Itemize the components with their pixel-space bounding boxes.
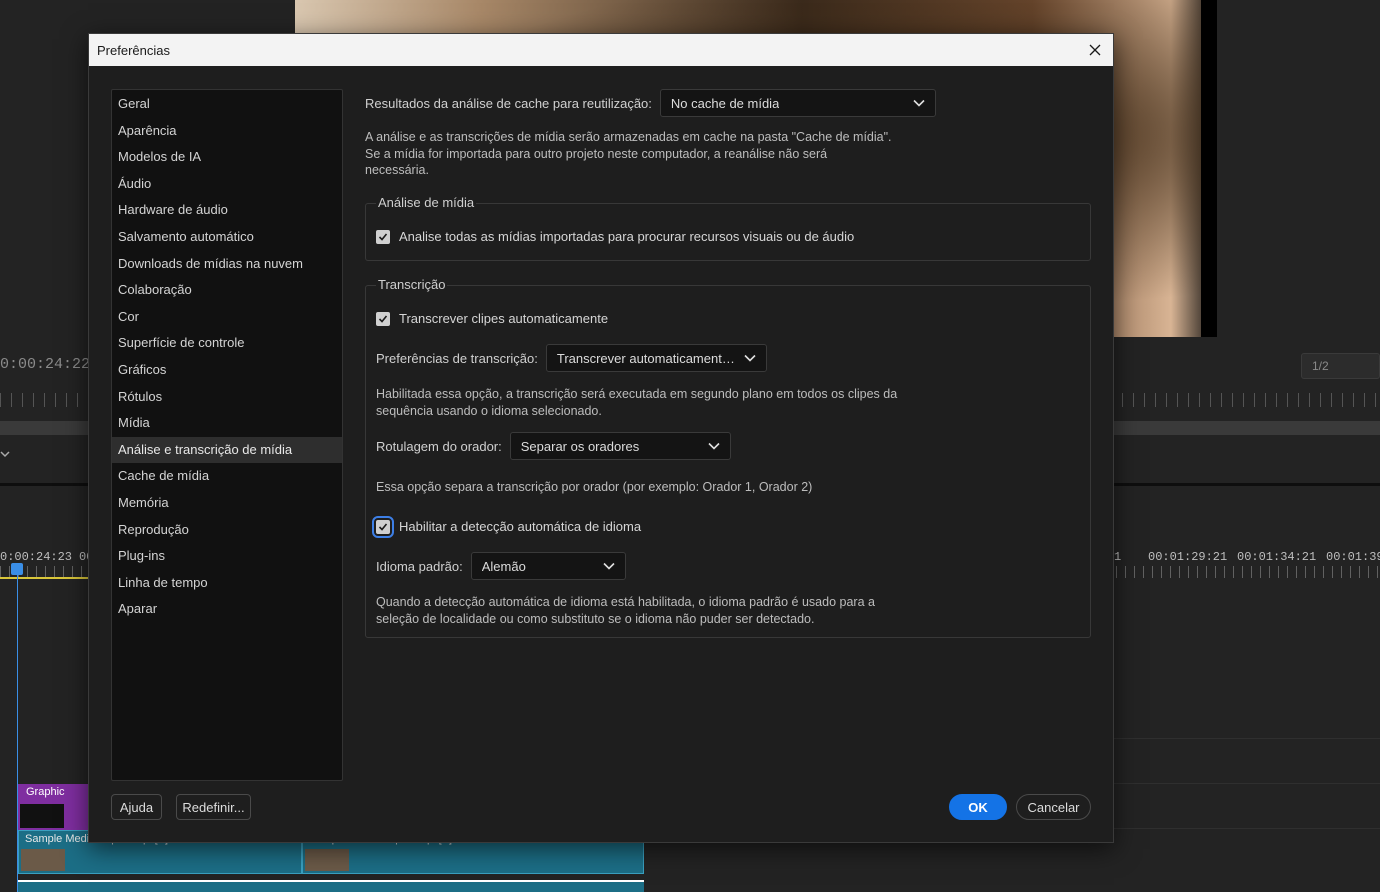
sidebar-item-colaboracao[interactable]: Colaboração: [112, 277, 342, 304]
sidebar-item-rotulos[interactable]: Rótulos: [112, 384, 342, 411]
auto-lang-checkbox[interactable]: [372, 515, 394, 538]
transcription-pref-value: Transcrever automaticamente a...: [556, 350, 736, 366]
dialog-title: Preferências: [97, 43, 170, 58]
cache-select-value: No cache de mídia: [670, 95, 780, 111]
timeline-time-label: 00:01:29:21: [1148, 550, 1228, 564]
analyze-all-label: Analise todas as mídias importadas para …: [399, 229, 855, 244]
audio-clip[interactable]: [18, 880, 302, 892]
sidebar-item-midia[interactable]: Mídia: [112, 410, 342, 437]
speaker-select[interactable]: Separar os oradores: [509, 432, 731, 460]
page-indicator[interactable]: 1/2: [1301, 353, 1380, 379]
dialog-titlebar[interactable]: Preferências: [89, 34, 1113, 66]
video-letterbox: [1201, 0, 1217, 337]
transcription-pref-label: Preferências de transcrição:: [376, 350, 538, 366]
default-lang-select[interactable]: Alemão: [470, 552, 626, 580]
transcription-desc-line: Habilitada essa opção, a transcrição ser…: [376, 387, 898, 401]
sidebar-item-aparencia[interactable]: Aparência: [112, 118, 342, 145]
timeline-time-label: 00:01:39:2: [1326, 550, 1380, 564]
close-button[interactable]: [1077, 34, 1113, 66]
transcription-title: Transcrição: [376, 277, 448, 292]
clip-thumbnail: [21, 849, 65, 871]
sidebar-item-reproducao[interactable]: Reprodução: [112, 517, 342, 544]
sidebar-item-hardware-audio[interactable]: Hardware de áudio: [112, 197, 342, 224]
sidebar-item-aparar[interactable]: Aparar: [112, 596, 342, 623]
graphic-clip[interactable]: Graphic: [18, 784, 90, 830]
sidebar-item-audio[interactable]: Áudio: [112, 171, 342, 198]
sidebar-item-cache-midia[interactable]: Cache de mídia: [112, 463, 342, 490]
sidebar-item-analise-transcricao[interactable]: Análise e transcrição de mídia: [112, 436, 342, 464]
chevron-down-icon: [603, 562, 615, 570]
audio-clip[interactable]: [302, 880, 644, 892]
track-divider: [1113, 738, 1380, 739]
sidebar-item-graficos[interactable]: Gráficos: [112, 357, 342, 384]
default-lang-row: Idioma padrão: Alemão: [376, 552, 626, 580]
checkmark-icon: [378, 314, 388, 323]
cache-desc-line: A análise e as transcrições de mídia ser…: [365, 130, 892, 144]
track-divider: [1113, 783, 1380, 784]
default-lang-label: Idioma padrão:: [376, 558, 463, 574]
default-lang-value: Alemão: [481, 558, 526, 574]
transcription-pref-description: Habilitada essa opção, a transcrição ser…: [376, 386, 897, 419]
transcription-desc-line: sequência usando o idioma selecionado.: [376, 403, 602, 418]
media-analysis-title: Análise de mídia: [376, 195, 477, 210]
auto-transcribe-row: Transcrever clipes automaticamente: [376, 311, 608, 326]
ok-button[interactable]: OK: [949, 794, 1007, 820]
chevron-down-icon: [913, 99, 925, 107]
chevron-down-icon[interactable]: [0, 447, 10, 461]
default-lang-description: Quando a detecção automática de idioma e…: [376, 594, 875, 627]
auto-transcribe-label: Transcrever clipes automaticamente: [399, 311, 609, 326]
checkmark-icon: [378, 522, 388, 531]
sidebar-item-superficie[interactable]: Superfície de controle: [112, 330, 342, 357]
transcription-group: Transcrição Transcrever clipes automatic…: [365, 277, 1091, 638]
auto-lang-label: Habilitar a detecção automática de idiom…: [399, 519, 642, 534]
sidebar-item-downloads[interactable]: Downloads de mídias na nuvem: [112, 251, 342, 278]
lang-desc-line: Quando a detecção automática de idioma e…: [376, 595, 875, 609]
program-timecode: 0:00:24:22: [0, 356, 91, 373]
timeline-time-label: 00:01:34:21: [1237, 550, 1317, 564]
playhead-handle[interactable]: [11, 563, 23, 575]
close-icon: [1089, 44, 1101, 56]
work-area-bar[interactable]: [0, 577, 90, 579]
preferences-sidebar: Geral Aparência Modelos de IA Áudio Hard…: [111, 89, 343, 781]
cancel-button[interactable]: Cancelar: [1016, 794, 1091, 820]
sidebar-item-memoria[interactable]: Memória: [112, 490, 342, 517]
auto-lang-row: Habilitar a detecção automática de idiom…: [372, 515, 642, 538]
sidebar-item-modelos-ia[interactable]: Modelos de IA: [112, 144, 342, 171]
lang-desc-line: seleção de localidade ou como substituto…: [376, 611, 815, 626]
speaker-select-value: Separar os oradores: [520, 438, 640, 454]
cache-row: Resultados da análise de cache para reut…: [365, 89, 936, 117]
cache-description: A análise e as transcrições de mídia ser…: [365, 129, 892, 179]
auto-transcribe-checkbox[interactable]: [376, 311, 390, 326]
timeline-time-label: 1: [1114, 550, 1122, 564]
speaker-row: Rotulagem do orador: Separar os oradores: [376, 432, 731, 460]
cache-label: Resultados da análise de cache para reut…: [365, 95, 652, 111]
analyze-all-row: Analise todas as mídias importadas para …: [376, 229, 854, 244]
graphic-clip-thumb: [20, 804, 64, 828]
transcription-pref-select[interactable]: Transcrever automaticamente a...: [545, 344, 767, 372]
cache-desc-line: Se a mídia for importada para outro proj…: [365, 146, 828, 161]
chevron-down-icon: [744, 354, 756, 362]
cache-desc-line: necessária.: [365, 163, 429, 177]
sidebar-item-linha-tempo[interactable]: Linha de tempo: [112, 570, 342, 597]
clip-thumbnail: [305, 849, 349, 871]
chevron-down-icon: [708, 442, 720, 450]
graphic-clip-label: Graphic: [26, 786, 65, 798]
reset-button[interactable]: Redefinir...: [176, 794, 251, 820]
timeline-time-label: 0:00:24:23: [0, 550, 73, 564]
sidebar-item-salvamento[interactable]: Salvamento automático: [112, 224, 342, 251]
sidebar-item-geral[interactable]: Geral: [112, 91, 342, 118]
sidebar-item-cor[interactable]: Cor: [112, 304, 342, 331]
analyze-all-checkbox[interactable]: [376, 229, 390, 244]
sidebar-item-plugins[interactable]: Plug-ins: [112, 543, 342, 570]
transcription-pref-row: Preferências de transcrição: Transcrever…: [376, 344, 767, 372]
preferences-content: Resultados da análise de cache para reut…: [365, 89, 1093, 649]
speaker-label: Rotulagem do orador:: [376, 438, 502, 454]
cache-select[interactable]: No cache de mídia: [659, 89, 936, 117]
media-analysis-group: Análise de mídia Analise todas as mídias…: [365, 195, 1091, 261]
help-button[interactable]: Ajuda: [111, 794, 162, 820]
track-divider: [1113, 828, 1380, 829]
checkmark-icon: [378, 232, 388, 241]
preferences-dialog: Preferências Geral Aparência Modelos de …: [88, 33, 1114, 843]
speaker-description: Essa opção separa a transcrição por orad…: [376, 480, 813, 494]
